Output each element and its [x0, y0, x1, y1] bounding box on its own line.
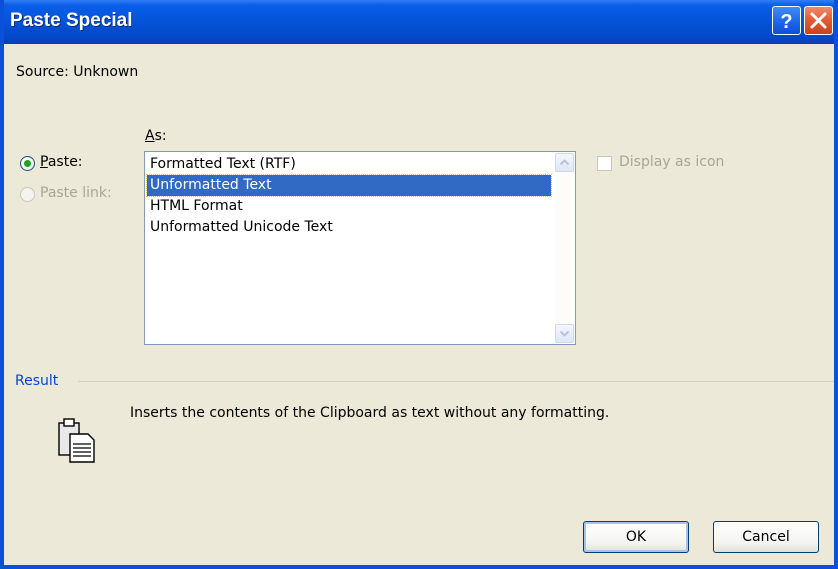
close-button[interactable]	[804, 6, 833, 35]
title-bar[interactable]: Paste Special ?	[4, 0, 834, 44]
chevron-up-icon	[559, 159, 570, 166]
paste-radio-label-mnemonic: P	[40, 154, 48, 170]
paste-radio-label-rest: aste:	[47, 154, 83, 170]
help-icon: ?	[780, 11, 792, 33]
paste-radio-label[interactable]: Paste:	[40, 154, 83, 170]
paste-link-radio[interactable]	[20, 187, 35, 202]
chevron-down-icon	[559, 330, 570, 337]
close-icon	[810, 12, 827, 29]
list-item-selected[interactable]: Unformatted Text	[146, 174, 552, 197]
list-item[interactable]: Formatted Text (RTF)	[147, 154, 551, 175]
cancel-button[interactable]: Cancel	[713, 521, 819, 553]
as-label: As:	[145, 128, 167, 144]
ok-button[interactable]: OK	[583, 521, 689, 553]
paste-special-dialog: Paste Special ? Source: Unknown As: Past…	[0, 0, 838, 569]
result-divider	[78, 381, 834, 382]
listbox-scrollbar[interactable]	[555, 153, 574, 343]
scroll-down-button[interactable]	[555, 324, 574, 343]
window-title: Paste Special	[10, 10, 133, 31]
list-item[interactable]: HTML Format	[147, 196, 551, 217]
display-as-icon-checkbox[interactable]	[597, 156, 612, 171]
help-button[interactable]: ?	[772, 6, 801, 35]
format-listbox[interactable]: Formatted Text (RTF) Unformatted Text HT…	[144, 151, 576, 345]
result-description: Inserts the contents of the Clipboard as…	[130, 405, 610, 421]
source-label: Source: Unknown	[16, 64, 139, 80]
paste-link-radio-label[interactable]: Paste link:	[40, 185, 112, 201]
list-item[interactable]: Unformatted Unicode Text	[147, 217, 551, 238]
clipboard-document-icon	[54, 416, 98, 464]
result-heading: Result	[15, 373, 59, 389]
paste-radio[interactable]	[20, 156, 35, 171]
svg-text:?: ?	[780, 11, 792, 33]
scroll-up-button[interactable]	[555, 153, 574, 172]
display-as-icon-label[interactable]: Display as icon	[619, 154, 724, 170]
